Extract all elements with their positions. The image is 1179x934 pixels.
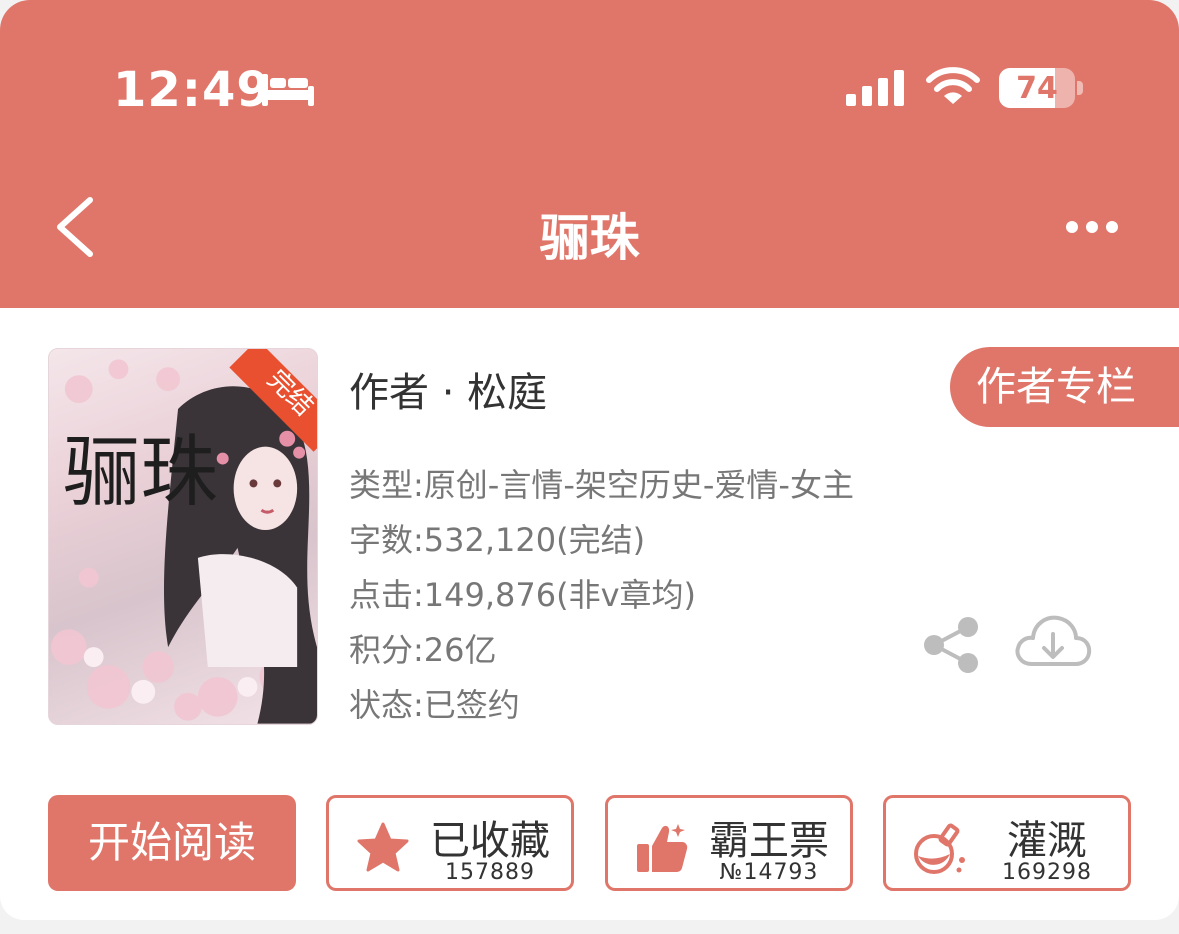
nourish-count: 169298	[1002, 860, 1092, 885]
book-detail-screen: 12:49 74 骊珠 骊珠 完结 作者 · 松庭 作者专栏 类型:原创-言情-…	[0, 0, 1179, 920]
battery-percent: 74	[1016, 70, 1058, 106]
author-name[interactable]: 作者 · 松庭	[349, 360, 547, 418]
potion-flask-icon	[914, 823, 965, 874]
thumbs-up-icon	[637, 824, 688, 872]
wifi-icon	[926, 67, 980, 104]
cellular-signal-icon	[846, 70, 904, 106]
book-status: 状态:已签约	[349, 686, 520, 724]
sleep-mode-icon	[262, 74, 314, 106]
share-icon[interactable]	[922, 616, 980, 674]
download-cloud-icon[interactable]	[1014, 612, 1092, 674]
book-genre: 类型:原创-言情-架空历史-爱情-女主	[349, 466, 854, 504]
cover-calligraphy: 骊珠	[63, 427, 218, 517]
more-options-button[interactable]	[1062, 212, 1122, 242]
book-points: 积分:26亿	[349, 631, 497, 669]
overlord-ticket-rank: №14793	[719, 860, 819, 885]
book-word-count: 字数:532,120(完结)	[349, 521, 646, 559]
favorite-count: 157889	[445, 860, 535, 885]
nourish-button[interactable]: 灌溉 169298	[883, 795, 1131, 891]
overlord-ticket-label: 霸王票	[709, 818, 829, 864]
book-cover[interactable]: 骊珠 完结	[48, 348, 318, 725]
start-reading-button[interactable]: 开始阅读	[48, 795, 296, 891]
favorite-button[interactable]: 已收藏 157889	[326, 795, 574, 891]
battery-cap	[1077, 81, 1083, 95]
cover-illustration: 骊珠 完结	[50, 349, 317, 724]
star-icon	[357, 822, 409, 872]
overlord-ticket-button[interactable]: 霸王票 №14793	[605, 795, 853, 891]
book-clicks: 点击:149,876(非v章均)	[349, 576, 697, 614]
battery-indicator: 74	[999, 68, 1075, 108]
author-column-button[interactable]: 作者专栏	[950, 347, 1179, 427]
favorite-label: 已收藏	[430, 818, 550, 864]
nourish-label: 灌溉	[1007, 818, 1087, 864]
status-time: 12:49	[113, 62, 271, 118]
page-title: 骊珠	[539, 209, 640, 267]
header: 12:49 74 骊珠	[0, 0, 1179, 308]
